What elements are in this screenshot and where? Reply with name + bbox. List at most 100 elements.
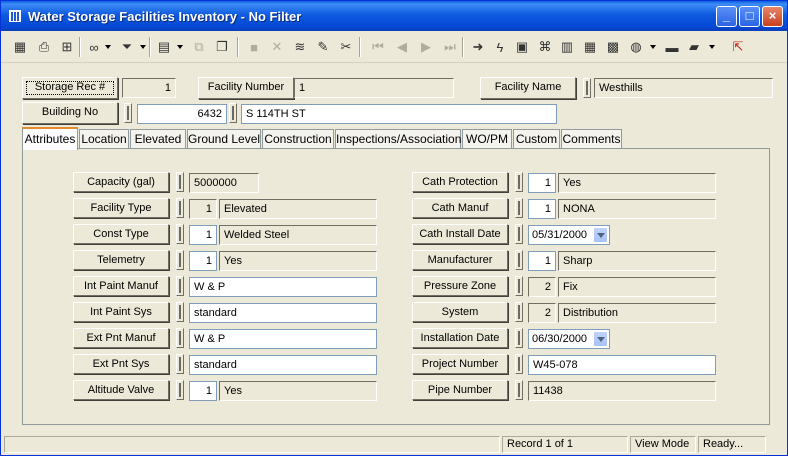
chevron-down-icon[interactable] [650,45,656,49]
project-number-field[interactable]: W45-078 [528,355,716,375]
goto-icon[interactable]: ➜ [469,38,487,56]
save-icon[interactable]: ■ [245,38,263,56]
int-paint-sys-button[interactable]: Int Paint Sys [73,302,169,322]
print-preview-icon[interactable]: ⊞ [58,38,76,56]
map-window-icon[interactable]: ▩ [604,38,622,56]
globe-icon[interactable]: ◍ [627,38,645,56]
tab-custom[interactable]: Custom [513,129,560,149]
lookup-grip[interactable] [583,78,591,98]
lookup-grip[interactable] [515,172,523,192]
copy-icon[interactable]: ⧉ [190,38,208,56]
prev-icon[interactable]: ◀ [393,38,411,56]
grid-icon[interactable]: ▦ [11,38,29,56]
tab-construction[interactable]: Construction [262,129,334,149]
cath-protection-code[interactable]: 1 [528,173,556,193]
next-icon[interactable]: ▶ [417,38,435,56]
cath-manuf-button[interactable]: Cath Manuf [412,198,508,218]
lookup-grip[interactable] [515,302,523,322]
lookup-grip[interactable] [176,302,184,322]
manufacturer-button[interactable]: Manufacturer [412,250,508,270]
chevron-down-icon[interactable] [593,227,608,243]
lookup-grip[interactable] [176,354,184,374]
lookup-grip[interactable] [176,250,184,270]
chevron-down-icon[interactable] [709,45,715,49]
telemetry-code[interactable]: 1 [189,251,217,271]
building-no-field[interactable]: 6432 [137,104,227,124]
lookup-grip[interactable] [515,354,523,374]
lookup-grip[interactable] [176,328,184,348]
ext-pnt-sys-button[interactable]: Ext Pnt Sys [73,354,169,374]
print-icon[interactable]: ⎙ [35,38,53,56]
lookup-grip[interactable] [176,380,184,400]
const-type-button[interactable]: Const Type [73,224,169,244]
ext-pnt-manuf-button[interactable]: Ext Pnt Manuf [73,328,169,348]
capacity-button[interactable]: Capacity (gal) [73,172,169,192]
tab-location[interactable]: Location [79,129,129,149]
lookup-grip[interactable] [176,224,184,244]
keyboard-icon[interactable]: ▬ [663,38,681,56]
facility-name-button[interactable]: Facility Name [480,77,576,99]
tab-inspections-associations[interactable]: Inspections/Associations [335,129,467,149]
lightning-icon[interactable]: ϟ [491,38,509,56]
close-button[interactable]: × [762,6,783,27]
tab-comments[interactable]: Comments [561,129,622,149]
lookup-grip[interactable] [515,328,523,348]
int-paint-sys-field[interactable]: standard [189,303,377,323]
record-icon[interactable]: ▤ [155,38,173,56]
int-paint-manuf-button[interactable]: Int Paint Manuf [73,276,169,296]
maximize-button[interactable]: □ [739,6,760,27]
lookup-grip[interactable] [515,380,523,400]
facility-type-button[interactable]: Facility Type [73,198,169,218]
paste-icon[interactable]: ❐ [213,38,231,56]
cath-manuf-code[interactable]: 1 [528,199,556,219]
books-icon[interactable]: ▰ [685,38,703,56]
ext-pnt-sys-field[interactable]: standard [189,355,377,375]
map-icon[interactable]: ▣ [513,38,531,56]
binoculars-icon[interactable]: ∞ [85,38,103,56]
tree-icon[interactable]: ⌘ [536,38,554,56]
scissors-icon[interactable]: ✂ [337,38,355,56]
lookup-grip[interactable] [515,250,523,270]
installation-date-button[interactable]: Installation Date [412,328,508,348]
delete-icon[interactable]: ✕ [268,38,286,56]
minimize-button[interactable]: _ [716,6,737,27]
lookup-grip[interactable] [515,198,523,218]
cath-install-date-button[interactable]: Cath Install Date [412,224,508,244]
lookup-grip[interactable] [176,172,184,192]
cath-protection-button[interactable]: Cath Protection [412,172,508,192]
tab-ground-level[interactable]: Ground Level [187,129,261,149]
cath-install-date-picker[interactable]: 05/31/2000 [528,225,610,245]
stack-icon[interactable]: ≋ [291,38,309,56]
lookup-grip[interactable] [176,276,184,296]
facility-number-button[interactable]: Facility Number [198,77,294,99]
title-bar[interactable]: Water Storage Facilities Inventory - No … [1,1,787,31]
system-button[interactable]: System [412,302,508,322]
chevron-down-icon[interactable] [593,331,608,347]
building-no-button[interactable]: Building No [22,102,118,124]
project-number-button[interactable]: Project Number [412,354,508,374]
installation-date-picker[interactable]: 06/30/2000 [528,329,610,349]
filter-icon[interactable]: ⏷ [118,38,136,56]
chevron-down-icon[interactable] [177,45,183,49]
altitude-valve-code[interactable]: 1 [189,381,217,401]
chevron-down-icon[interactable] [140,45,146,49]
pencil-icon[interactable]: ✎ [314,38,332,56]
lookup-grip[interactable] [515,224,523,244]
tab-elevated[interactable]: Elevated [130,129,186,149]
tab-attributes[interactable]: Attributes [22,127,78,150]
lookup-grip[interactable] [176,198,184,218]
calculator-icon[interactable]: ▦ [581,38,599,56]
chart-icon[interactable]: ▥ [558,38,576,56]
lookup-grip[interactable] [229,103,237,123]
ext-pnt-manuf-field[interactable]: W & P [189,329,377,349]
building-street-field[interactable]: S 114TH ST [241,104,557,124]
manufacturer-code[interactable]: 1 [528,251,556,271]
lookup-grip[interactable] [124,103,132,123]
pipe-number-button[interactable]: Pipe Number [412,380,508,400]
first-icon[interactable]: ⏮ [369,38,387,56]
storage-rec-button[interactable]: Storage Rec # [22,77,118,99]
lookup-grip[interactable] [515,276,523,296]
last-icon[interactable]: ⏭ [441,38,459,56]
exit-icon[interactable]: ⇱ [729,38,747,56]
telemetry-button[interactable]: Telemetry [73,250,169,270]
